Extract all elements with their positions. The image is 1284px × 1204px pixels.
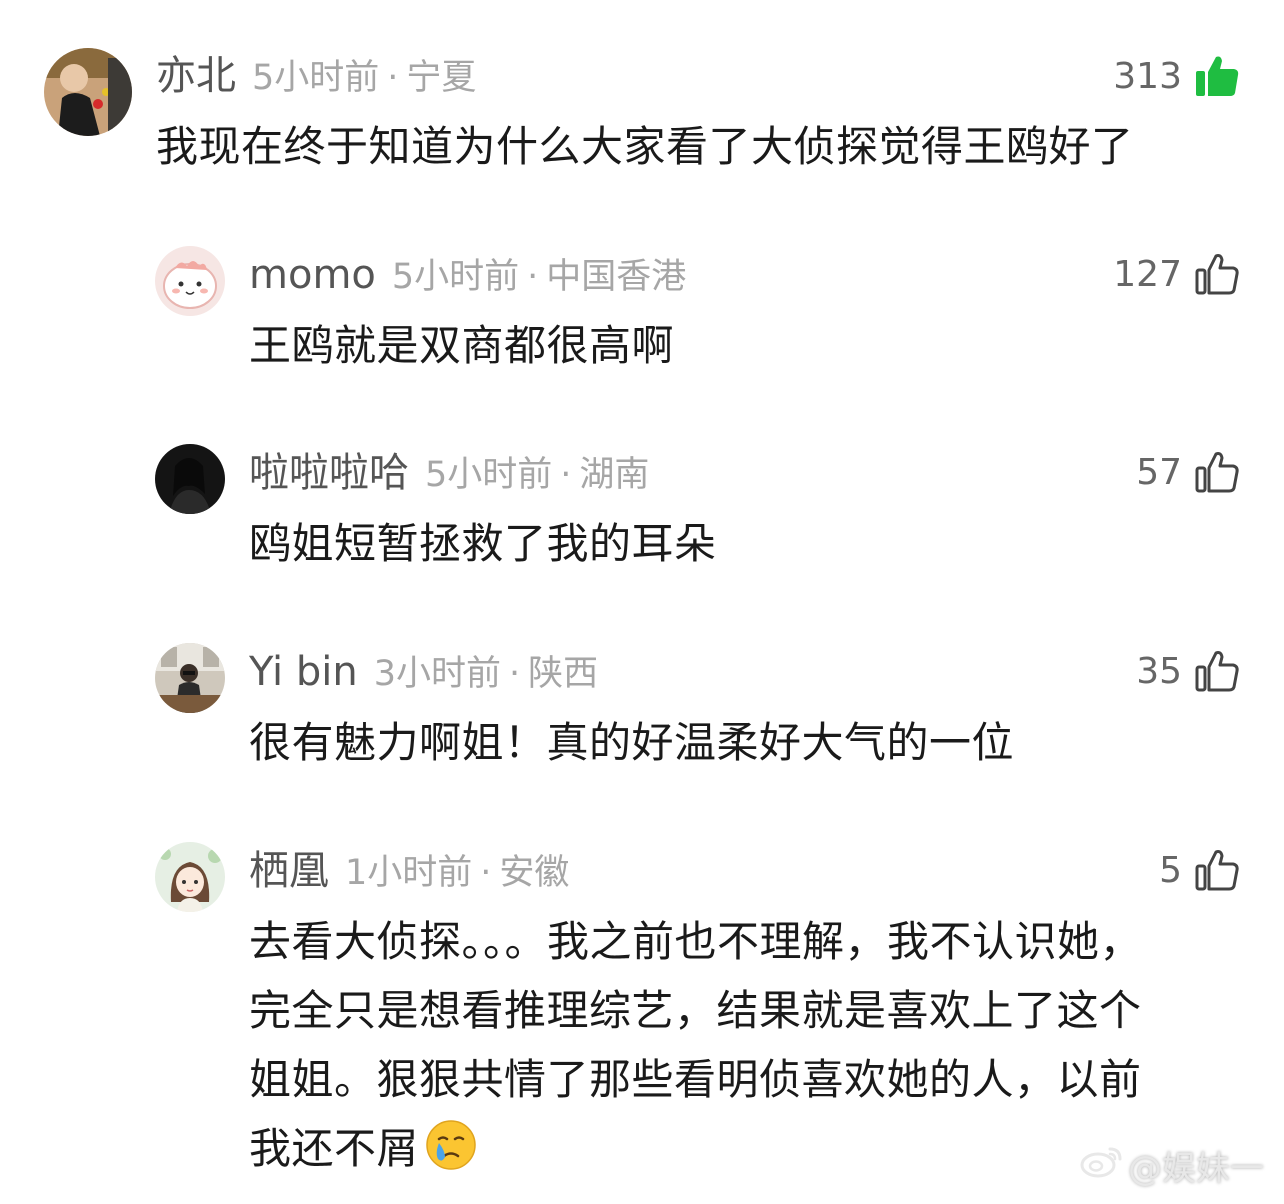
crying-face-emoji-icon [425, 1119, 477, 1171]
meta-separator: · [387, 58, 399, 98]
username[interactable]: momo [249, 252, 376, 298]
thumbs-up-icon [1194, 251, 1240, 297]
comment-text: 王鸥就是双商都很高啊 [249, 321, 675, 370]
comment-text: 很有魅力啊姐！真的好温柔好大气的一位 [249, 718, 1015, 767]
meta-separator: · [560, 455, 572, 495]
username[interactable]: Yi bin [249, 649, 358, 695]
avatar[interactable] [155, 246, 225, 316]
thumbs-up-icon [1194, 847, 1240, 893]
comment-text: 我现在终于知道为什么大家看了大侦探觉得王鸥好了 [156, 122, 1134, 171]
like-button[interactable]: 5 [1159, 842, 1240, 898]
avatar[interactable] [155, 643, 225, 713]
meta-separator: · [480, 853, 492, 893]
like-button[interactable]: 127 [1113, 246, 1240, 302]
like-count: 35 [1136, 650, 1182, 692]
comment-meta: Yi bin 3小时前 · 陕西 [249, 652, 598, 692]
avatar[interactable] [155, 842, 225, 912]
comment-time: 1小时前 [345, 853, 473, 893]
comment-location: 中国香港 [546, 257, 687, 297]
thumbs-up-filled-icon [1194, 53, 1240, 99]
comment-text-line: 完全只是想看推理综艺，结果就是喜欢上了这个 [249, 986, 1142, 1035]
avatar[interactable] [155, 444, 225, 514]
like-button[interactable]: 313 [1113, 48, 1240, 104]
comment-meta: 啦啦啦哈 5小时前 · 湖南 [249, 453, 649, 493]
comment-time: 5小时前 [425, 455, 553, 495]
comment-location: 宁夏 [406, 58, 477, 98]
username[interactable]: 啦啦啦哈 [249, 450, 409, 496]
comment-text-line: 姐姐。狠狠共情了那些看明侦喜欢她的人，以前 [249, 1055, 1142, 1104]
comment-text: 鸥姐短暂拯救了我的耳朵 [249, 519, 717, 568]
avatar[interactable] [44, 48, 132, 136]
thumbs-up-icon [1194, 449, 1240, 495]
like-button[interactable]: 57 [1136, 444, 1240, 500]
comment-time: 5小时前 [391, 257, 520, 297]
comment-text-fragment: 我还不屑 [249, 1124, 420, 1173]
watermark-text: @娱妹一 [1128, 1149, 1264, 1189]
thumbs-up-icon [1194, 648, 1240, 694]
comment-text-line: 去看大侦探。。。我之前也不理解，我不认识她， [249, 917, 1143, 966]
like-button[interactable]: 35 [1136, 643, 1240, 699]
meta-separator: · [508, 654, 521, 694]
like-count: 313 [1113, 55, 1182, 97]
like-count: 57 [1136, 451, 1182, 493]
comment-meta: momo 5小时前 · 中国香港 [249, 255, 686, 295]
comment-location: 湖南 [579, 455, 650, 495]
username[interactable]: 亦北 [156, 53, 236, 99]
watermark: @娱妹一 [1080, 1141, 1264, 1190]
username[interactable]: 栖凰 [249, 848, 329, 894]
meta-separator: · [527, 257, 539, 297]
like-count: 127 [1113, 253, 1182, 295]
like-count: 5 [1159, 849, 1182, 891]
comment-meta: 亦北 5小时前 · 宁夏 [156, 56, 476, 96]
weibo-logo-icon [1080, 1143, 1128, 1188]
comment-time: 3小时前 [373, 654, 501, 694]
comment-time: 5小时前 [252, 58, 380, 98]
comment-location: 陕西 [528, 654, 599, 694]
comment-location: 安徽 [499, 853, 570, 893]
comment-meta: 栖凰 1小时前 · 安徽 [249, 851, 569, 891]
